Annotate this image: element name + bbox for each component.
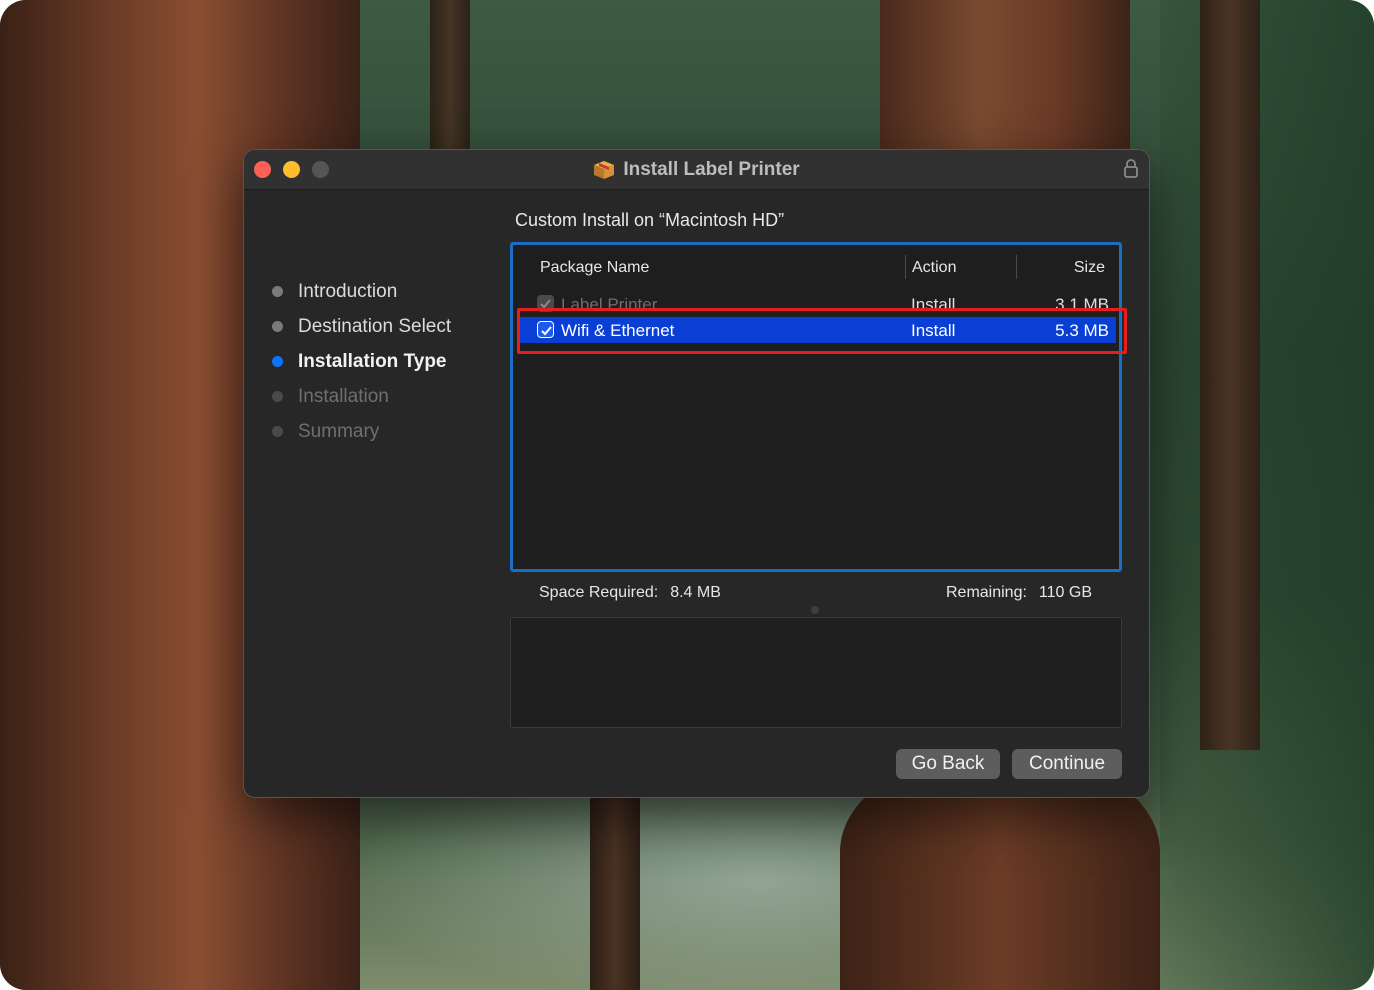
space-required-value: 8.4 MB [670, 584, 721, 601]
step-bullet [272, 391, 283, 402]
continue-button[interactable]: Continue [1012, 749, 1122, 779]
table-header: Package Name Action Size [513, 245, 1119, 285]
space-required: Space Required: 8.4 MB [539, 584, 721, 602]
step-bullet [272, 321, 283, 332]
package-description-area [510, 617, 1122, 728]
package-icon [593, 160, 615, 180]
step-summary: Summary [272, 414, 451, 449]
step-introduction: Introduction [272, 274, 451, 309]
step-label: Introduction [298, 280, 398, 302]
space-remaining-label: Remaining: [945, 584, 1027, 601]
split-view-handle[interactable] [811, 606, 819, 614]
column-header-size[interactable]: Size [1074, 259, 1105, 277]
title-bar[interactable]: Install Label Printer [244, 150, 1149, 190]
wallpaper-tree-trunk [590, 780, 640, 990]
step-bullet [272, 426, 283, 437]
annotation-highlight-box [517, 308, 1127, 354]
space-remaining-value: 110 GB [1038, 584, 1092, 601]
page-heading: Custom Install on “Macintosh HD” [515, 210, 785, 230]
step-installation-type: Installation Type [272, 344, 451, 379]
window-title: Install Label Printer [623, 159, 800, 180]
column-header-action[interactable]: Action [912, 259, 956, 277]
wallpaper-foliage [1160, 0, 1374, 990]
step-destination-select: Destination Select [272, 309, 451, 344]
step-label: Installation [298, 385, 389, 407]
step-label: Installation Type [298, 350, 447, 372]
installer-steps-sidebar: Introduction Destination Select Installa… [272, 274, 451, 449]
disk-space-bar: Space Required: 8.4 MB Remaining: 110 GB [510, 576, 1122, 616]
space-required-label: Space Required: [539, 584, 659, 601]
package-table[interactable]: Package Name Action Size Label Printer I… [510, 242, 1122, 572]
step-label: Summary [298, 420, 380, 442]
go-back-button[interactable]: Go Back [896, 749, 1000, 779]
installer-window: Install Label Printer Introduction Desti… [243, 149, 1150, 798]
wallpaper-tree-trunk [1200, 0, 1260, 750]
space-remaining: Remaining: 110 GB [946, 584, 1092, 602]
column-divider[interactable] [1016, 255, 1017, 279]
step-label: Destination Select [298, 315, 452, 337]
column-divider[interactable] [905, 255, 906, 279]
step-bullet-current [272, 356, 283, 367]
column-header-package-name[interactable]: Package Name [540, 259, 649, 277]
step-installation: Installation [272, 379, 451, 414]
step-bullet [272, 286, 283, 297]
window-title-group: Install Label Printer [244, 150, 1149, 190]
wallpaper-tree-trunk [430, 0, 470, 150]
lock-icon[interactable] [1123, 158, 1139, 180]
